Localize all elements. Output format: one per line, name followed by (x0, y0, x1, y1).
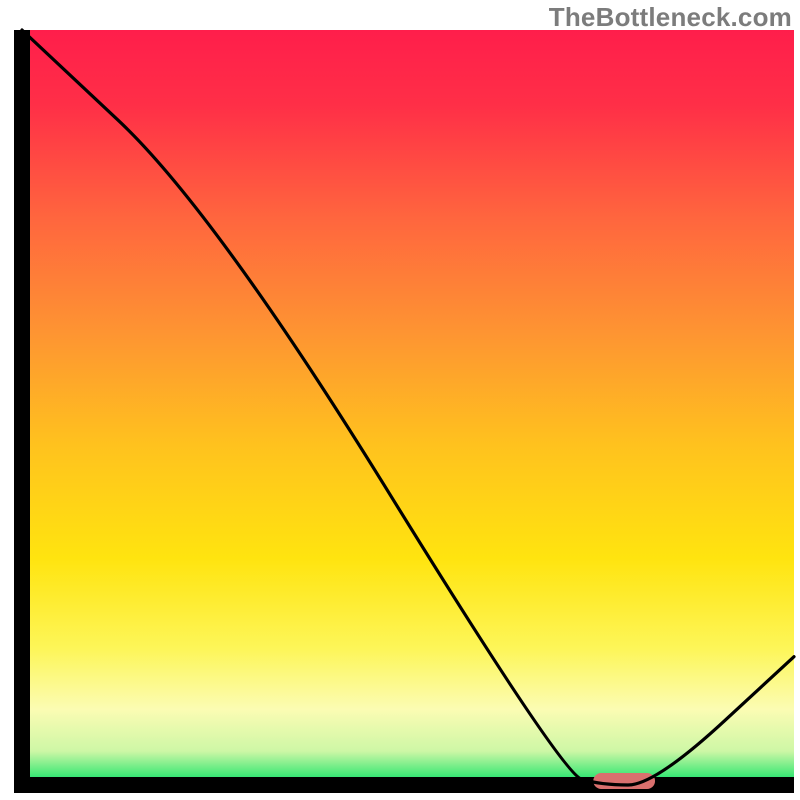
bottleneck-chart (0, 0, 800, 800)
heat-gradient (22, 30, 794, 785)
watermark-text: TheBottleneck.com (549, 2, 792, 33)
chart-container: TheBottleneck.com (0, 0, 800, 800)
